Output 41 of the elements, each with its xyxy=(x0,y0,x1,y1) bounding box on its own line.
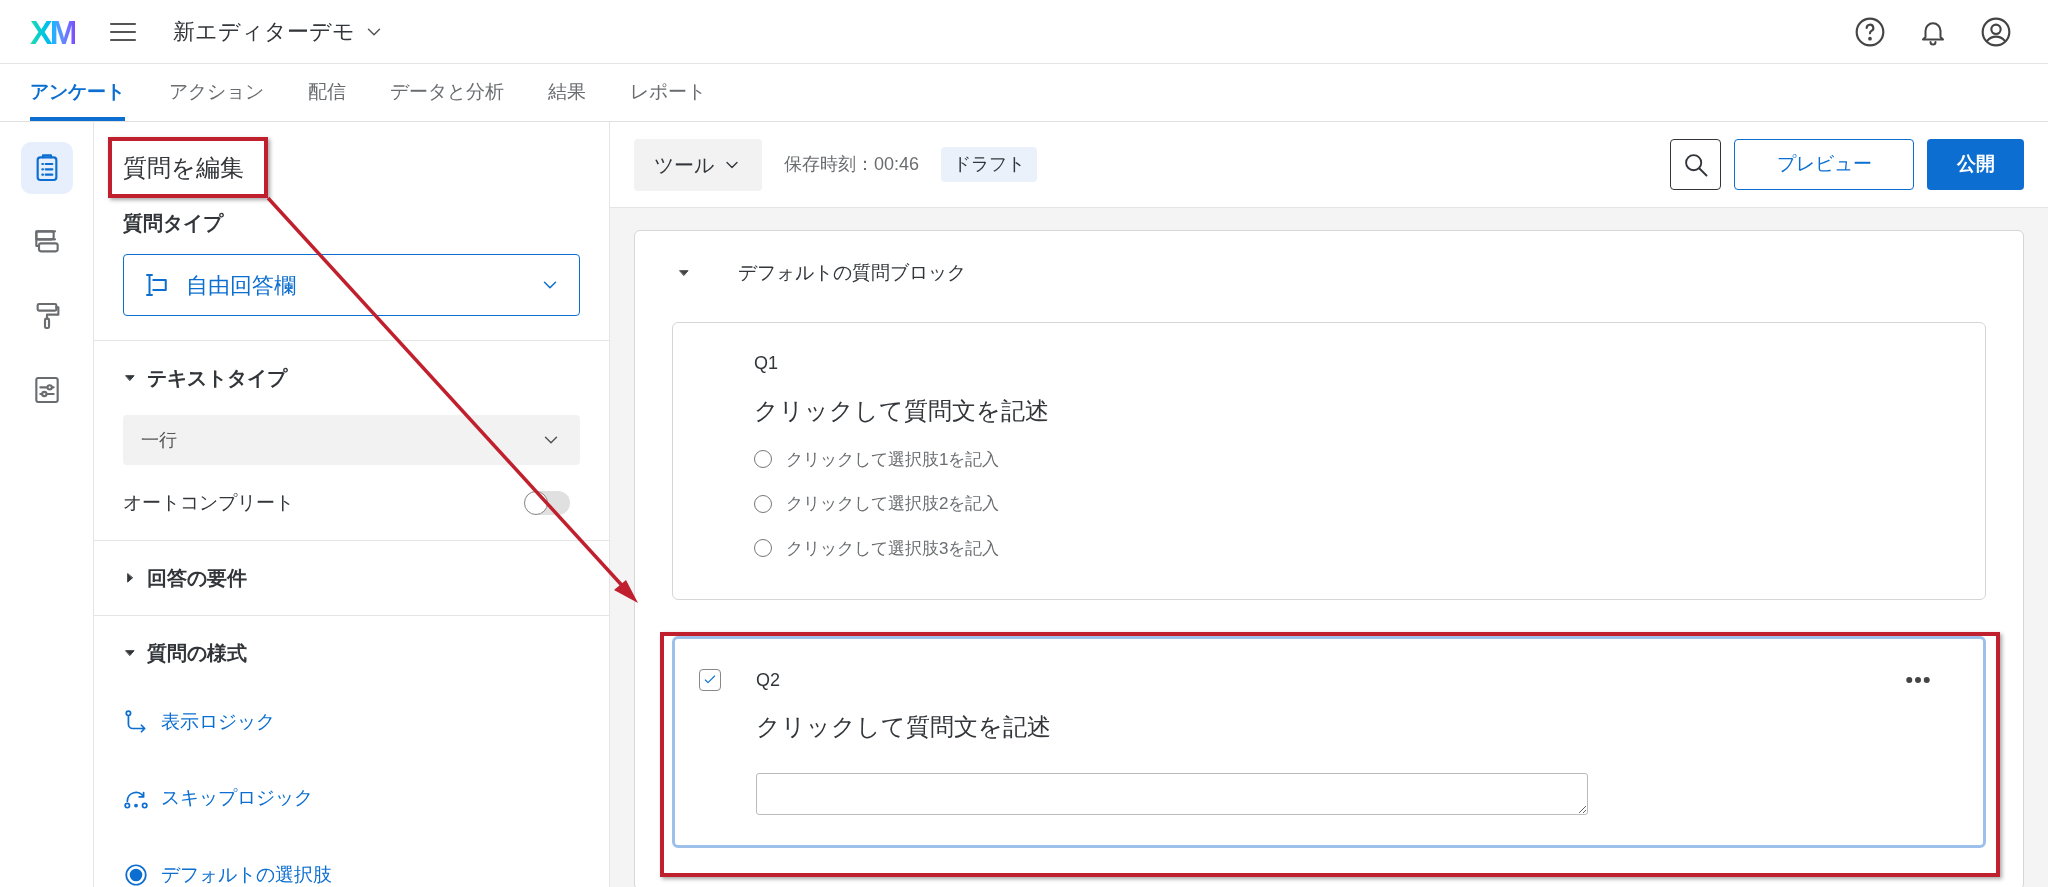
radio-selected-icon xyxy=(123,861,149,887)
tools-dropdown[interactable]: ツール xyxy=(634,138,762,191)
search-button[interactable] xyxy=(1670,139,1721,190)
display-logic-icon xyxy=(123,708,149,735)
nav-tab[interactable]: データと分析 xyxy=(390,64,504,121)
panel-link[interactable]: 表示ロジック xyxy=(123,707,580,736)
question-text[interactable]: クリックして質問文を記述 xyxy=(673,392,1049,429)
section-toggle[interactable]: テキストタイプ xyxy=(123,363,287,393)
question-number: Q2 xyxy=(756,668,780,692)
preview-button[interactable]: プレビュー xyxy=(1734,139,1914,190)
section-toggle[interactable]: 回答の要件 xyxy=(123,562,247,593)
status-badge: ドラフト xyxy=(941,147,1038,182)
nav-tab[interactable]: レポート xyxy=(630,64,706,121)
question-type-dropdown[interactable]: 自由回答欄 xyxy=(123,254,580,316)
choice-label[interactable]: クリックして選択肢1を記入 xyxy=(786,446,1000,472)
panel-link[interactable]: スキップロジック xyxy=(123,784,580,813)
sidebar-tool-button[interactable] xyxy=(20,142,73,194)
nav-tab[interactable]: アンケート xyxy=(30,64,125,121)
question-number: Q1 xyxy=(754,352,778,375)
choice-label[interactable]: クリックして選択肢3を記入 xyxy=(786,535,1000,561)
section-label: 質問タイプ xyxy=(123,211,225,236)
answer-text-field[interactable] xyxy=(756,773,1588,815)
nav-tab[interactable]: 配信 xyxy=(308,64,346,121)
panel-title: 質問を編集 xyxy=(123,153,245,183)
help-icon[interactable] xyxy=(1854,15,1886,48)
user-account-icon[interactable] xyxy=(1980,15,2012,48)
question-text[interactable]: クリックして質問文を記述 xyxy=(675,709,1051,745)
question-card[interactable]: Q2 クリックして質問文を記述 xyxy=(672,636,1986,848)
question-checkbox[interactable] xyxy=(699,669,721,691)
nav-tab[interactable]: アクション xyxy=(169,64,264,121)
block-title: デフォルトの質問ブロック xyxy=(738,261,966,285)
publish-button[interactable]: 公開 xyxy=(1927,139,2024,190)
save-time-label: 保存時刻：00:46 xyxy=(784,153,920,176)
toggle-label: オートコンプリート xyxy=(123,491,294,515)
text-type-dropdown[interactable]: 一行 xyxy=(123,415,580,465)
question-card[interactable]: Q1 クリックして質問文を記述 クリックして選択肢1を記入 クリックして選択肢2を記入 クリックして選択肢3を記入 xyxy=(672,321,1986,600)
project-title-dropdown[interactable]: 新エディターデモ xyxy=(173,15,385,48)
choice-label[interactable]: クリックして選択肢2を記入 xyxy=(786,491,1000,517)
panel-link[interactable]: デフォルトの選択肢 xyxy=(123,860,580,887)
nav-tab[interactable]: 結果 xyxy=(548,64,586,121)
section-toggle[interactable]: 質問の様式 xyxy=(123,637,247,668)
